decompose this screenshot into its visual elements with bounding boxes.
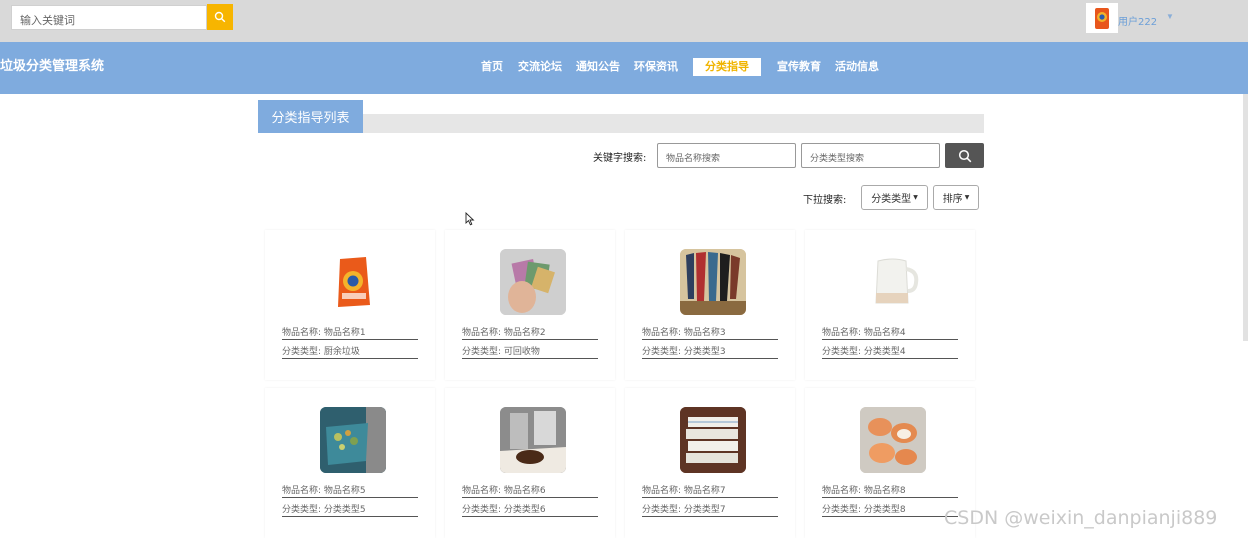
category-type-dropdown[interactable]: 分类类型 ▼ <box>861 185 928 210</box>
caret-down-icon: ▼ <box>913 194 918 201</box>
item-card[interactable]: 物品名称: 物品名称4 分类类型: 分类类型4 <box>805 230 975 380</box>
list-title: 分类指导列表 <box>258 100 363 133</box>
item-type-field: 分类类型: 分类类型5 <box>282 502 418 517</box>
search-icon <box>214 11 226 23</box>
item-name-field: 物品名称: 物品名称5 <box>282 483 418 498</box>
item-type-field: 分类类型: 分类类型6 <box>462 502 598 517</box>
item-image[interactable] <box>680 407 746 473</box>
item-card[interactable]: 物品名称: 物品名称2 分类类型: 可回收物 <box>445 230 615 380</box>
item-name-search-input[interactable]: 物品名称搜索 <box>657 143 796 168</box>
item-name-field: 物品名称: 物品名称6 <box>462 483 598 498</box>
sort-dropdown[interactable]: 排序 ▼ <box>933 185 979 210</box>
item-type-field: 分类类型: 分类类型3 <box>642 344 778 359</box>
item-card[interactable]: 物品名称: 物品名称6 分类类型: 分类类型6 <box>445 388 615 538</box>
detergent-bag-icon <box>1095 8 1109 29</box>
nav-item-eco-news[interactable]: 环保资讯 <box>634 60 678 74</box>
item-type-field: 分类类型: 分类类型4 <box>822 344 958 359</box>
item-card[interactable]: 物品名称: 物品名称7 分类类型: 分类类型7 <box>625 388 795 538</box>
item-image[interactable] <box>320 249 386 315</box>
item-card[interactable]: 物品名称: 物品名称3 分类类型: 分类类型3 <box>625 230 795 380</box>
avatar[interactable] <box>1086 3 1118 33</box>
nav-item-education[interactable]: 宣传教育 <box>777 60 821 74</box>
nav-item-forum[interactable]: 交流论坛 <box>518 60 562 74</box>
item-type-field: 分类类型: 分类类型7 <box>642 502 778 517</box>
search-icon <box>958 149 971 162</box>
item-image[interactable] <box>680 249 746 315</box>
keyword-search-label: 关键字搜索: <box>593 153 647 164</box>
nav-item-guide[interactable]: 分类指导 <box>693 58 761 76</box>
item-type-field: 分类类型: 可回收物 <box>462 344 598 359</box>
item-name-field: 物品名称: 物品名称8 <box>822 483 958 498</box>
category-type-dropdown-label: 分类类型 <box>871 194 912 205</box>
nav-item-home[interactable]: 首页 <box>481 60 503 74</box>
item-image[interactable] <box>320 407 386 473</box>
item-card[interactable]: 物品名称: 物品名称1 分类类型: 厨余垃圾 <box>265 230 435 380</box>
item-name-field: 物品名称: 物品名称2 <box>462 325 598 340</box>
nav-bar: 垃圾分类管理系统 首页 交流论坛 通知公告 环保资讯 分类指导 宣传教育 活动信… <box>0 42 1248 94</box>
scrollbar[interactable] <box>1243 94 1248 341</box>
header-search-button[interactable] <box>207 4 233 30</box>
dropdown-search-label: 下拉搜索: <box>803 195 847 206</box>
mouse-cursor-icon <box>465 212 475 226</box>
item-name-field: 物品名称: 物品名称7 <box>642 483 778 498</box>
header-search-input[interactable]: 输入关键词 <box>11 5 207 30</box>
item-image[interactable] <box>860 407 926 473</box>
top-bar: 输入关键词 用户222 ▼ <box>0 0 1248 42</box>
nav-item-activity[interactable]: 活动信息 <box>835 60 879 74</box>
sort-dropdown-label: 排序 <box>942 194 963 205</box>
item-name-field: 物品名称: 物品名称3 <box>642 325 778 340</box>
main-nav: 首页 交流论坛 通知公告 环保资讯 分类指导 宣传教育 活动信息 <box>0 58 1248 80</box>
item-name-field: 物品名称: 物品名称4 <box>822 325 958 340</box>
item-type-field: 分类类型: 分类类型8 <box>822 502 958 517</box>
search-button[interactable] <box>945 143 984 168</box>
category-type-search-input[interactable]: 分类类型搜索 <box>801 143 940 168</box>
item-image[interactable] <box>860 249 926 315</box>
user-name[interactable]: 用户222 <box>1118 13 1157 28</box>
item-image[interactable] <box>500 249 566 315</box>
caret-down-icon: ▼ <box>964 194 970 201</box>
chevron-down-icon[interactable]: ▼ <box>1166 12 1174 21</box>
watermark: CSDN @weixin_danpianji889 <box>944 507 1218 529</box>
item-name-field: 物品名称: 物品名称1 <box>282 325 418 340</box>
list-header-bar <box>258 114 984 133</box>
item-type-field: 分类类型: 厨余垃圾 <box>282 344 418 359</box>
item-card[interactable]: 物品名称: 物品名称5 分类类型: 分类类型5 <box>265 388 435 538</box>
nav-item-notice[interactable]: 通知公告 <box>576 60 620 74</box>
item-image[interactable] <box>500 407 566 473</box>
